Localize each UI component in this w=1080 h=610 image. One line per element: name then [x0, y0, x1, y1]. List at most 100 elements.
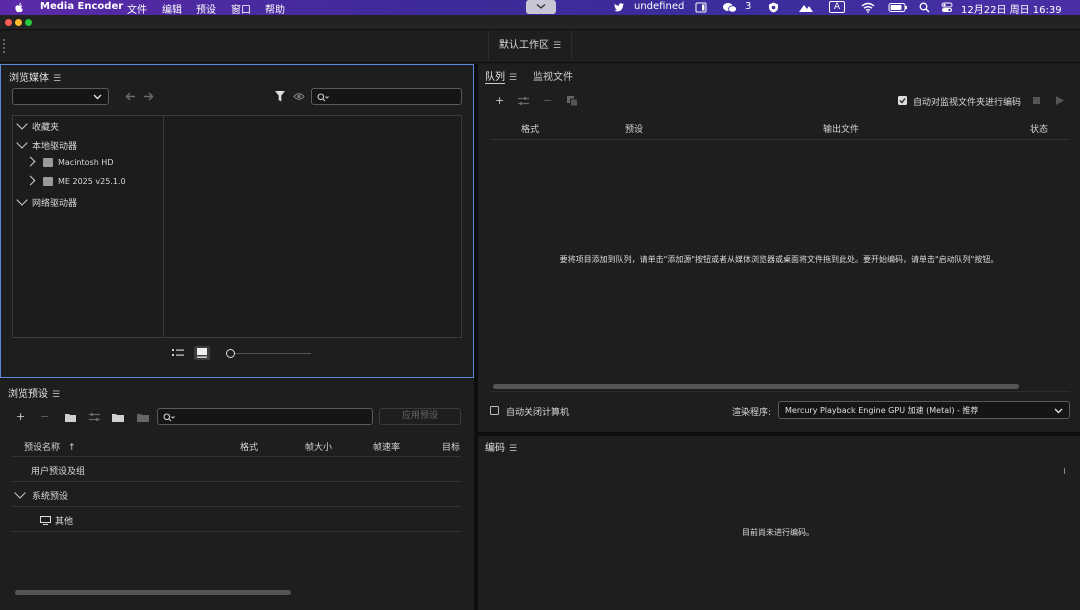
workspace-tab-label: 默认工作区 — [498, 40, 549, 51]
column-preset-name[interactable]: 预设名称 ↑ — [24, 440, 76, 453]
encoding-panel: 编码 ☰ 目前尚未进行编码。 — [478, 436, 1080, 610]
menu-icon[interactable]: ☰ — [553, 31, 561, 61]
horizontal-scrollbar[interactable] — [15, 590, 291, 595]
renderer-label: 渲染程序: — [732, 408, 772, 418]
close-window-button[interactable] — [5, 19, 12, 26]
remove-preset-button[interactable]: − — [40, 411, 49, 422]
new-group-icon[interactable] — [65, 412, 76, 422]
column-frame-rate[interactable]: 帧速率 — [373, 440, 400, 453]
menu-window[interactable]: 窗口 — [231, 1, 251, 16]
window-title-bar — [0, 15, 1080, 30]
list-view-icon[interactable] — [172, 348, 184, 358]
chevron-right-icon — [25, 175, 36, 186]
mountain-icon[interactable] — [798, 2, 814, 13]
tree-network-drives[interactable]: 网络驱动器 — [16, 194, 77, 209]
chevron-down-icon — [1054, 408, 1063, 414]
chevron-down-icon — [536, 4, 546, 9]
panel-menu-icon[interactable]: ☰ — [509, 73, 517, 83]
queue-horizontal-scrollbar[interactable] — [493, 384, 1019, 389]
media-content-area[interactable] — [163, 115, 462, 338]
tree-drive-macintosh-hd[interactable]: Macintosh HD — [25, 156, 113, 168]
search-icon[interactable] — [919, 2, 930, 13]
sidebar-icon[interactable] — [695, 2, 707, 13]
import-preset-icon[interactable] — [112, 412, 124, 422]
add-preset-button[interactable]: + — [16, 411, 25, 422]
tree-favorites[interactable]: 收藏夹 — [16, 118, 59, 133]
zoom-slider-track[interactable] — [230, 353, 311, 354]
wechat-count: 3 — [745, 1, 752, 12]
row-divider — [12, 481, 461, 482]
apply-preset-button[interactable]: 应用预设 — [379, 408, 461, 425]
minimize-window-button[interactable] — [15, 19, 22, 26]
queue-column-status[interactable]: 状态 — [1030, 122, 1048, 135]
stop-queue-button[interactable] — [1033, 97, 1040, 104]
export-preset-icon[interactable] — [137, 412, 149, 422]
wifi-icon[interactable] — [861, 2, 875, 13]
add-source-button[interactable]: + — [495, 95, 504, 106]
auto-encode-checkbox[interactable] — [898, 96, 907, 105]
forward-arrow-icon[interactable] — [143, 92, 154, 101]
menu-preset[interactable]: 预设 — [196, 1, 216, 16]
filter-icon[interactable] — [275, 91, 285, 102]
preset-search-input[interactable] — [157, 408, 373, 425]
queue-column-format[interactable]: 格式 — [521, 122, 539, 135]
panel-menu-icon[interactable]: ☰ — [52, 390, 60, 400]
plus-icon: + — [16, 410, 26, 423]
hard-drive-icon — [43, 158, 53, 167]
zoom-slider-handle[interactable] — [226, 349, 235, 358]
wechat-icon[interactable] — [722, 2, 738, 13]
workspace-tab[interactable]: 默认工作区 ☰ — [488, 31, 572, 61]
header-divider — [12, 456, 461, 457]
battery-icon[interactable] — [888, 2, 908, 13]
chevron-down-icon — [16, 118, 28, 130]
chevron-right-icon — [25, 156, 36, 167]
panel-menu-icon[interactable]: ☰ — [53, 74, 61, 84]
column-target[interactable]: 目标 — [442, 440, 460, 453]
media-browser-panel: 浏览媒体 ☰ 收藏夹 本地驱动器 Macintosh HD ME 2025 v25… — [0, 64, 474, 378]
header-divider — [490, 139, 1070, 140]
control-center-icon[interactable] — [941, 2, 953, 13]
row-other[interactable]: 其他 — [40, 514, 73, 527]
status-text: undefined — [634, 1, 685, 12]
menubar-extra-button[interactable] — [526, 0, 556, 14]
menu-help[interactable]: 帮助 — [265, 1, 285, 16]
renderer-dropdown[interactable]: Mercury Playback Engine GPU 加速 (Metal) -… — [778, 401, 1070, 419]
menu-edit[interactable]: 编辑 — [162, 1, 182, 16]
row-user-presets[interactable]: 用户预设及组 — [31, 464, 85, 477]
queue-empty-message: 要将项目添加到队列，请单击"添加源"按钮或者从媒体浏览器或桌面将文件拖到此处。要… — [559, 255, 999, 264]
zoom-window-button[interactable] — [25, 19, 32, 26]
media-search-input[interactable] — [311, 88, 462, 105]
row-divider — [12, 506, 461, 507]
tree-local-drives[interactable]: 本地驱动器 — [16, 137, 77, 152]
apple-icon[interactable] — [14, 2, 24, 13]
auto-shutdown-checkbox[interactable] — [490, 406, 499, 415]
search-icon — [163, 413, 175, 422]
disk-image-icon — [43, 177, 53, 186]
duplicate-icon[interactable] — [567, 96, 578, 106]
back-arrow-icon[interactable] — [125, 92, 136, 101]
thumbnail-view-button[interactable] — [194, 346, 210, 360]
start-queue-icon[interactable] — [1056, 96, 1064, 105]
remove-source-button[interactable]: − — [543, 95, 552, 106]
queue-column-output[interactable]: 输出文件 — [823, 122, 859, 135]
queue-column-preset[interactable]: 预设 — [625, 122, 643, 135]
drag-handle[interactable] — [3, 39, 5, 53]
column-frame-size[interactable]: 帧大小 — [305, 440, 332, 453]
column-format[interactable]: 格式 — [240, 440, 258, 453]
chevron-down-icon — [93, 94, 102, 100]
queue-settings-icon[interactable] — [518, 96, 529, 106]
shield-icon[interactable] — [768, 2, 779, 13]
tree-drive-me2025[interactable]: ME 2025 v25.1.0 — [25, 175, 126, 187]
menu-file[interactable]: 文件 — [127, 1, 147, 16]
input-method-indicator[interactable]: A — [829, 1, 845, 13]
tab-watch-folders[interactable]: 监视文件 — [533, 68, 573, 83]
tab-queue[interactable]: 队列 ☰ — [485, 68, 517, 84]
twitter-icon[interactable] — [614, 2, 625, 13]
eye-icon[interactable] — [293, 92, 305, 101]
location-dropdown[interactable] — [12, 88, 109, 105]
row-system-presets[interactable]: 系统预设 — [14, 487, 68, 502]
panel-menu-icon[interactable]: ☰ — [509, 444, 517, 454]
app-name-menu[interactable]: Media Encoder — [40, 1, 123, 12]
checkmark-icon — [899, 98, 906, 104]
preset-settings-icon[interactable] — [89, 412, 100, 422]
